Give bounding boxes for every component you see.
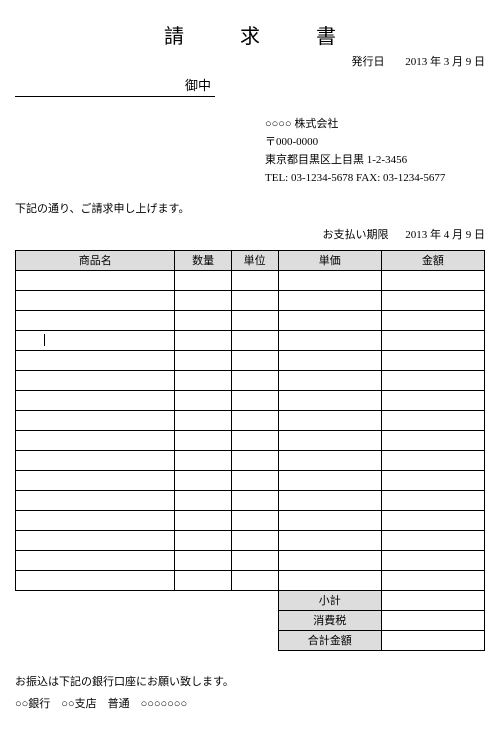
table-row[interactable] [16,290,485,310]
footer-block: お振込は下記の銀行口座にお願い致します。 ○○銀行 ○○支店 普通 ○○○○○○… [15,671,485,715]
table-row[interactable] [16,410,485,430]
document-title: 請 求 書 [15,20,485,49]
col-name: 商品名 [16,250,175,270]
sender-block: ○○○○ 株式会社 〒000-0000 東京都目黒区上目黒 1-2-3456 T… [265,115,485,188]
table-body[interactable]: 小計 消費税 合計金額 [16,270,485,650]
table-row[interactable] [16,570,485,590]
table-row[interactable] [16,550,485,570]
table-row[interactable] [16,350,485,370]
table-row[interactable] [16,310,485,330]
col-unit: 単位 [231,250,278,270]
table-row[interactable] [16,470,485,490]
subtotal-value [381,590,484,610]
total-label: 合計金額 [278,630,381,650]
sender-postal: 〒000-0000 [265,133,485,151]
due-date-row: お支払い期限 2013 年 4 月 9 日 [15,226,485,242]
table-row[interactable] [16,530,485,550]
tax-row: 消費税 [16,610,485,630]
intro-note: 下記の通り、ご請求申し上げます。 [15,200,485,216]
text-cursor [44,334,45,346]
table-row[interactable] [16,430,485,450]
due-date-value: 2013 年 4 月 9 日 [405,229,485,241]
items-table: 商品名 数量 単位 単価 金額 小計 消費税 [15,250,485,651]
col-amount: 金額 [381,250,484,270]
sender-address: 東京都目黒区上目黒 1-2-3456 [265,151,485,169]
bank-info: ○○銀行 ○○支店 普通 ○○○○○○○ [15,693,485,715]
table-header-row: 商品名 数量 単位 単価 金額 [16,250,485,270]
col-price: 単価 [278,250,381,270]
issue-date-value: 2013 年 3 月 9 日 [405,56,485,68]
subtotal-label: 小計 [278,590,381,610]
sender-contact: TEL: 03-1234-5678 FAX: 03-1234-5677 [265,169,485,187]
table-row[interactable] [16,490,485,510]
addressee-suffix: 御中 [185,78,211,93]
tax-label: 消費税 [278,610,381,630]
table-row[interactable] [16,450,485,470]
table-row[interactable] [16,270,485,290]
tax-value [381,610,484,630]
table-row[interactable] [16,370,485,390]
table-row[interactable] [16,330,485,350]
table-row[interactable] [16,510,485,530]
total-row: 合計金額 [16,630,485,650]
addressee-field[interactable]: 御中 [15,73,215,97]
table-row[interactable] [16,390,485,410]
total-value [381,630,484,650]
issue-date-row: 発行日 2013 年 3 月 9 日 [15,53,485,69]
issue-date-label: 発行日 [352,56,385,68]
bank-note: お振込は下記の銀行口座にお願い致します。 [15,671,485,693]
subtotal-row: 小計 [16,590,485,610]
col-qty: 数量 [175,250,231,270]
due-date-label: お支払い期限 [323,229,389,241]
sender-company: ○○○○ 株式会社 [265,115,485,133]
